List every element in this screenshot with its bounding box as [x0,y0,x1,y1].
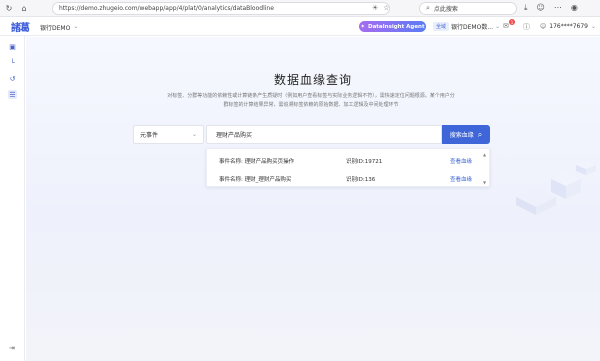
user-icon: ☺ [540,23,547,30]
url-text: https://demo.zhugeio.com/webapp/app/4/pl… [59,5,274,12]
workspace-switcher[interactable]: 银行DEMO ⌄ [40,23,78,32]
view-bloodline-link[interactable]: 查看血缘 [450,175,472,183]
browser-extensions: ⤓ ☺ ⋯ ◉ [524,3,578,13]
browser-search[interactable]: ⌕ 点此搜索 [419,2,517,15]
scroll-down-icon[interactable]: ▼ [483,180,486,185]
search-bloodline-button[interactable]: 搜索血缘 ⌕ [442,125,490,144]
environment-switcher[interactable]: 全域 银行DEMO数... ⌄ [433,22,500,31]
query-value: 理财产品购买 [216,132,253,139]
sidebar: ▣ └ ↺ ☰ ⇥ [0,36,25,361]
chevron-down-icon: ⌄ [73,23,79,30]
workspace-name: 银行DEMO [40,25,71,32]
search-icon: ⌕ [426,4,430,12]
chevron-down-icon: ⌄ [495,23,501,30]
sidebar-item-bloodline-icon[interactable]: ☰ [8,90,17,99]
event-name: 事件名称: 理财_理财产品购买 [219,177,292,183]
read-aloud-icon[interactable]: ☀ [372,4,378,12]
chevron-down-icon: ⌄ [591,23,597,30]
scroll-up-icon[interactable]: ▲ [483,152,486,157]
env-name: 银行DEMO数... [451,24,494,31]
search-placeholder: 点此搜索 [433,6,458,13]
extension-icon[interactable]: ◉ [571,3,578,13]
event-id: 识别ID:19721 [346,159,383,165]
agent-icon: ✦ [360,23,365,30]
env-tag: 全域 [433,22,450,31]
page-title: 数据血缘查询 [273,73,352,87]
page-description: 对标签、分群等功能的依赖性或计算链条产生质疑时（例如用户查看标签与实际业务逻辑不… [167,93,455,108]
view-bloodline-link[interactable]: 查看血缘 [450,157,472,165]
refresh-icon[interactable]: ↻ [3,2,15,14]
user-menu[interactable]: ☺ 176****7679 ⌄ [540,23,596,30]
decorative-cubes-illustration [516,161,596,215]
search-button-label: 搜索血缘 [449,132,474,139]
list-item[interactable]: 事件名称: 理财产品购买页操作 识别ID:19721 查看血缘 [207,151,491,169]
home-icon[interactable]: ⌂ [18,2,30,14]
app-header: 諸葛 银行DEMO ⌄ ✦ DataInsight Agent 全域 银行DEM… [0,17,600,36]
sidebar-item-refresh-icon[interactable]: ↺ [8,74,17,83]
search-icon: ⌕ [477,129,483,139]
zhuge-logo[interactable]: 諸葛 [11,19,30,34]
bloodline-search-input[interactable]: 理财产品购买 [206,125,442,144]
notification-icon[interactable]: ✉ [503,22,509,30]
sidebar-item-dashboard-icon[interactable]: ▣ [8,42,17,51]
event-id: 识别ID:136 [346,177,376,183]
list-item[interactable]: 事件名称: 理财_理财产品购买 识别ID:136 查看血缘 [207,169,491,187]
search-results-dropdown: 事件名称: 理财产品购买页操作 识别ID:19721 查看血缘 事件名称: 理财… [206,148,490,187]
help-icon[interactable]: ⓘ [523,22,530,32]
chevron-down-icon: ⌄ [191,131,197,138]
menu-icon[interactable]: ⋯ [554,3,562,13]
address-bar-actions: ☀ ☆ [372,4,390,12]
user-phone: 176****7679 [549,23,588,30]
notification-badge: 1 [509,19,515,25]
event-type-select[interactable]: 元事件 ⌄ [133,125,204,144]
address-bar[interactable]: https://demo.zhugeio.com/webapp/app/4/pl… [52,2,390,15]
event-type-value: 元事件 [140,132,159,139]
profile-icon[interactable]: ☺ [537,3,545,13]
collapse-sidebar-icon[interactable]: ⇥ [9,344,15,352]
favorite-icon[interactable]: ☆ [383,4,389,12]
browser-toolbar: ↻ ⌂ 🔒 https://demo.zhugeio.com/webapp/ap… [0,0,600,17]
event-name: 事件名称: 理财产品购买页操作 [219,159,295,165]
download-icon[interactable]: ⤓ [524,3,528,13]
main-content: 数据血缘查询 对标签、分群等功能的依赖性或计算链条产生质疑时（例如用户查看标签与… [26,37,600,361]
sidebar-item-analytics-icon[interactable]: └ [8,58,17,67]
agent-label: DataInsight Agent [368,23,425,30]
datainsight-agent-button[interactable]: ✦ DataInsight Agent [359,21,426,32]
